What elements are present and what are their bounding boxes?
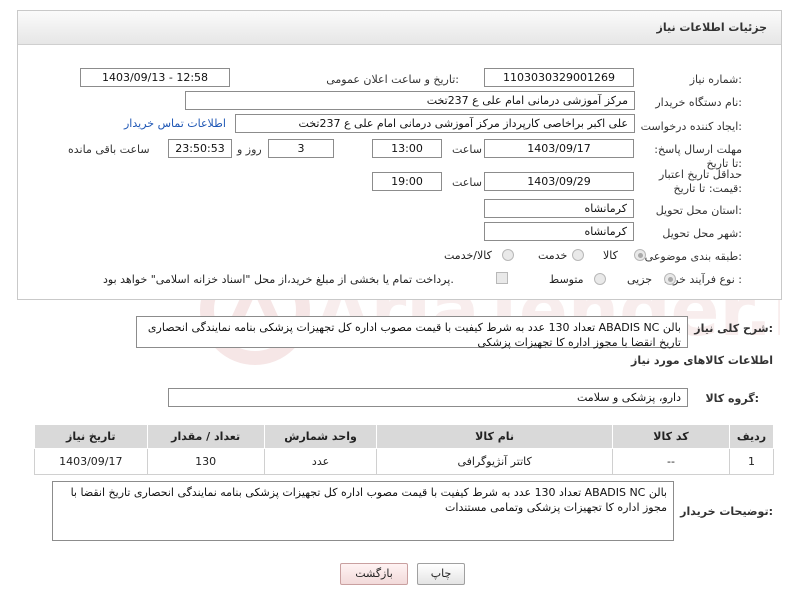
announce-label: تاریخ و ساعت اعلان عمومی: (326, 73, 459, 86)
province-field: کرمانشاه (484, 199, 634, 218)
process-radio-minor[interactable] (664, 273, 676, 285)
col-unit: واحد شمارش (263, 424, 378, 449)
cell-row: 1 (729, 448, 774, 475)
need-number-field: 1103030329001269 (484, 68, 634, 87)
category-option-both: کالا/خدمت (444, 249, 492, 262)
category-radio-both[interactable] (502, 249, 514, 261)
announce-datetime-field: 1403/09/13 - 12:58 (80, 68, 230, 87)
days-label: روز و (237, 143, 262, 156)
table-row: 1403/09/17 130 عدد کاتتر آنژیوگرافی -- 1 (34, 448, 774, 475)
category-option-service: خدمت (538, 249, 568, 262)
category-label: طبقه بندی موضوعی: (644, 250, 742, 263)
cell-goods-code: -- (611, 448, 731, 475)
remaining-time-field: 23:50:53 (168, 139, 232, 158)
cell-unit: عدد (263, 448, 378, 475)
price-time-field: 19:00 (372, 172, 442, 191)
category-radio-goods[interactable] (634, 249, 646, 261)
col-quantity: تعداد / مقدار (146, 424, 265, 449)
panel-header: جزئیات اطلاعات نیاز (18, 11, 781, 45)
reply-date-field: 1403/09/17 (484, 139, 634, 158)
price-date-field: 1403/09/29 (484, 172, 634, 191)
category-radio-service[interactable] (572, 249, 584, 261)
col-row: ردیف (729, 424, 774, 449)
city-field: کرمانشاه (484, 222, 634, 241)
panel-title: جزئیات اطلاعات نیاز (656, 21, 768, 34)
reply-time-field: 13:00 (372, 139, 442, 158)
requester-field: علی اکبر براخاصی کارپرداز مرکز آموزشی در… (235, 114, 635, 133)
payment-note: پرداخت تمام یا بخشی از مبلغ خرید،از محل … (103, 273, 454, 286)
process-option-medium: متوسط (549, 273, 584, 286)
process-option-minor: جزیی (627, 273, 653, 286)
buyer-notes-label: توضیحات خریدار: (680, 505, 773, 518)
remaining-label: ساعت باقی مانده (68, 143, 150, 156)
cell-goods-name: کاتتر آنژیوگرافی (376, 448, 613, 475)
treasury-payment-checkbox[interactable] (496, 272, 508, 284)
description-textarea[interactable]: بالن ABADIS NC تعداد 130 عدد به شرط کیفی… (136, 316, 688, 349)
need-number-label: شماره نیاز: (689, 73, 742, 86)
price-time-label: ساعت (452, 176, 482, 189)
buyer-org-field: مرکز آموزشی درمانی امام علی ع 237تخت (185, 91, 635, 110)
province-label: استان محل تحویل: (655, 204, 742, 217)
requester-label: ایجاد کننده درخواست: (640, 120, 742, 133)
col-goods-code: کد کالا (611, 424, 731, 449)
print-button[interactable]: چاپ (417, 563, 465, 585)
city-label: شهر محل تحویل: (662, 227, 742, 240)
goods-group-label: گروه کالا: (705, 392, 759, 405)
process-radio-medium[interactable] (594, 273, 606, 285)
price-validity-label: حداقل تاریخ اعتبار قیمت: تا تاریخ: (658, 168, 742, 195)
days-field: 3 (268, 139, 334, 158)
buyer-contact-link[interactable]: اطلاعات تماس خریدار (124, 117, 226, 130)
buyer-notes-textarea[interactable]: بالن ABADIS NC تعداد 130 عدد به شرط کیفی… (52, 481, 674, 541)
buyer-org-label: نام دستگاه خریدار: (655, 96, 742, 109)
cell-need-date: 1403/09/17 (34, 448, 148, 475)
goods-section-title: اطلاعات کالاهای مورد نیاز (631, 354, 773, 367)
goods-table: تاریخ نیاز تعداد / مقدار واحد شمارش نام … (34, 424, 774, 475)
reply-deadline-label: مهلت ارسال پاسخ: تا تاریخ: (654, 143, 742, 170)
reply-time-label: ساعت (452, 143, 482, 156)
category-option-goods: کالا (603, 249, 618, 262)
back-button[interactable]: بازگشت (340, 563, 408, 585)
goods-group-field: دارو، پزشکی و سلامت (168, 388, 688, 407)
cell-quantity: 130 (146, 448, 265, 475)
col-need-date: تاریخ نیاز (34, 424, 148, 449)
description-label: شرح کلی نیاز: (694, 322, 773, 335)
col-goods-name: نام کالا (376, 424, 613, 449)
